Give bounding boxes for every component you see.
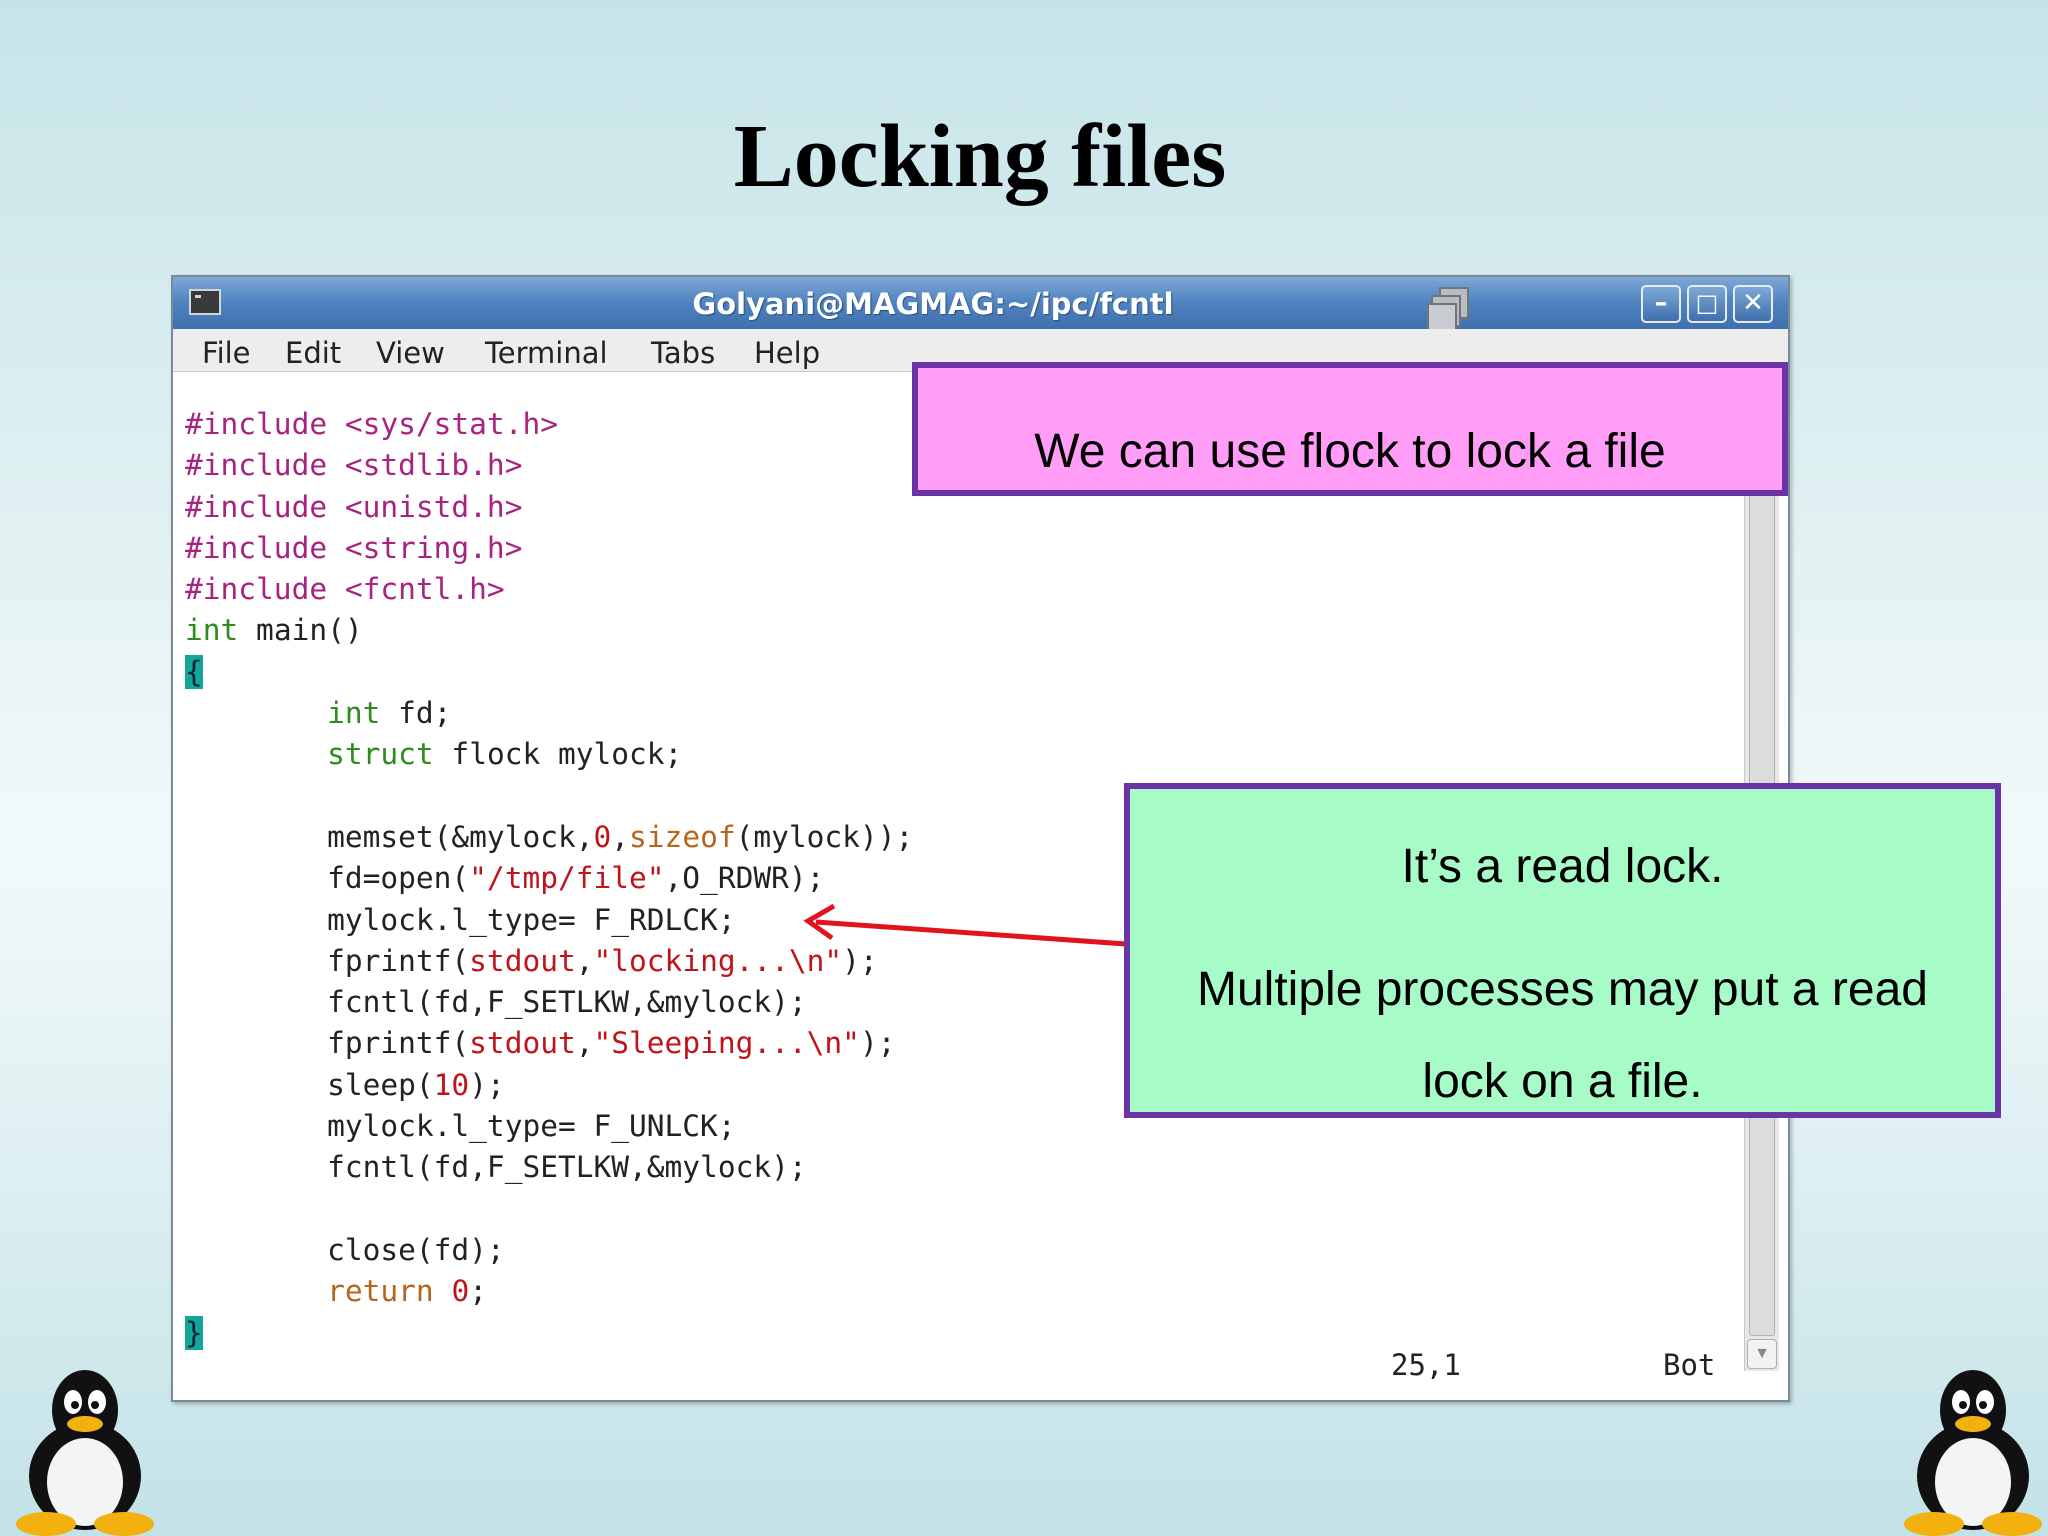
callout-read-lock-line3: lock on a file. (1422, 1055, 1703, 1108)
tux-penguin-icon (1904, 1370, 2042, 1536)
callout-read-lock: It’s a read lock. Multiple processes may… (1124, 783, 2001, 1118)
callout-read-lock-line1: It’s a read lock. (1401, 840, 1724, 893)
callout-read-lock-line2: Multiple processes may put a read (1196, 963, 1928, 1016)
tux-penguin-icon (16, 1370, 154, 1536)
arrow-icon (803, 903, 1127, 947)
